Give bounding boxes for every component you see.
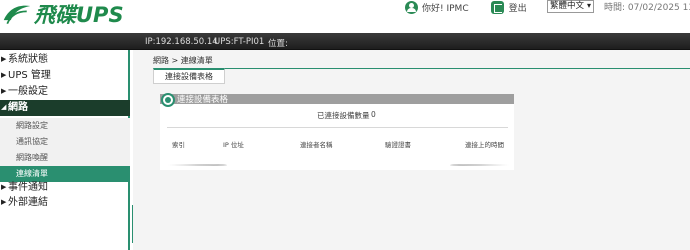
- sidebar-subitem-protocols[interactable]: 通訊協定: [0, 134, 130, 150]
- sidebar-item-event-notification[interactable]: ▶ 事件通知: [0, 180, 130, 196]
- location: 位置:: [268, 39, 288, 49]
- greeting-text: 你好! IPMC: [422, 3, 469, 14]
- column-header-certificate: 驗證證書: [385, 141, 411, 149]
- panel-shadow-right: [450, 164, 510, 166]
- panel-header: 連接設備表格: [160, 93, 514, 107]
- sidebar-item-system-status[interactable]: ▶ 系統狀態: [0, 52, 130, 68]
- divider: [167, 127, 508, 128]
- ip-address: IP:192.168.50.14: [145, 37, 218, 47]
- user-area: 你好! IPMC 登出: [405, 0, 527, 14]
- arrow-right-icon: ▶: [1, 183, 7, 191]
- user-icon: [405, 0, 418, 14]
- logout-icon[interactable]: [490, 0, 504, 14]
- column-header-connected-time: 連接上的時間: [465, 141, 504, 149]
- tab-divider: [153, 68, 690, 69]
- sidebar-item-general-settings[interactable]: ▶ 一般設定: [0, 84, 130, 100]
- arrow-right-icon: ▶: [1, 198, 7, 206]
- time-display: 時間: 07/02/2025 13:34:4: [604, 3, 690, 13]
- language-select[interactable]: 繁體中文: [547, 0, 594, 13]
- panel-shadow-left: [167, 164, 227, 166]
- logo[interactable]: 飛碟UPS: [2, 0, 124, 28]
- column-header-index: 索引: [172, 141, 185, 149]
- logout-link[interactable]: 登出: [509, 1, 527, 14]
- breadcrumb: 網路 > 連線清單: [153, 56, 213, 65]
- arrow-right-icon: ▶: [1, 71, 7, 79]
- column-header-client-name: 連接者名稱: [300, 141, 333, 149]
- sidebar-item-external-links[interactable]: ▶ 外部連結: [0, 195, 130, 211]
- device-count-value: 0: [371, 110, 376, 119]
- sidebar-subitem-wake-on-lan[interactable]: 網路喚醒: [0, 150, 130, 166]
- logo-mark-icon: [3, 5, 31, 25]
- tab-connected-devices[interactable]: 連接設備表格: [153, 68, 225, 84]
- panel-radio-icon: [161, 93, 175, 107]
- connected-devices-panel: 連接設備表格 已連接設備數量 0 索引 IP 位址 連接者名稱 驗證證書 連接上…: [160, 93, 514, 170]
- logo-text: 飛碟UPS: [34, 3, 124, 27]
- arrow-right-icon: ▶: [1, 55, 7, 63]
- arrow-down-icon: ◢: [1, 103, 7, 111]
- device-count-label: 已連接設備數量: [317, 111, 370, 120]
- sidebar-item-ups-management[interactable]: ▶ UPS 管理: [0, 68, 130, 84]
- sidebar-subitem-network-settings[interactable]: 網路設定: [0, 118, 130, 134]
- header: 飛碟UPS 你好! IPMC 登出 繁體中文 時間: 07/02/2025 13…: [0, 0, 690, 33]
- sidebar: ▶ 系統狀態 ▶ UPS 管理 ▶ 一般設定 ◢ 網路 網路設定 通訊協定 網路…: [0, 50, 130, 250]
- arrow-right-icon: ▶: [1, 87, 7, 95]
- status-bar: IP:192.168.50.14 UPS:FT-PI01 位置:: [0, 33, 690, 50]
- panel-title: 連接設備表格: [177, 95, 229, 105]
- main-content: 網路 > 連線清單 連接設備表格 連接設備表格 已連接設備數量 0 索引 IP …: [133, 50, 690, 250]
- language-value: 繁體中文: [550, 1, 585, 11]
- sidebar-item-network[interactable]: ◢ 網路: [0, 100, 130, 116]
- column-header-ip: IP 位址: [223, 141, 244, 149]
- ups-model: UPS:FT-PI01: [214, 37, 265, 47]
